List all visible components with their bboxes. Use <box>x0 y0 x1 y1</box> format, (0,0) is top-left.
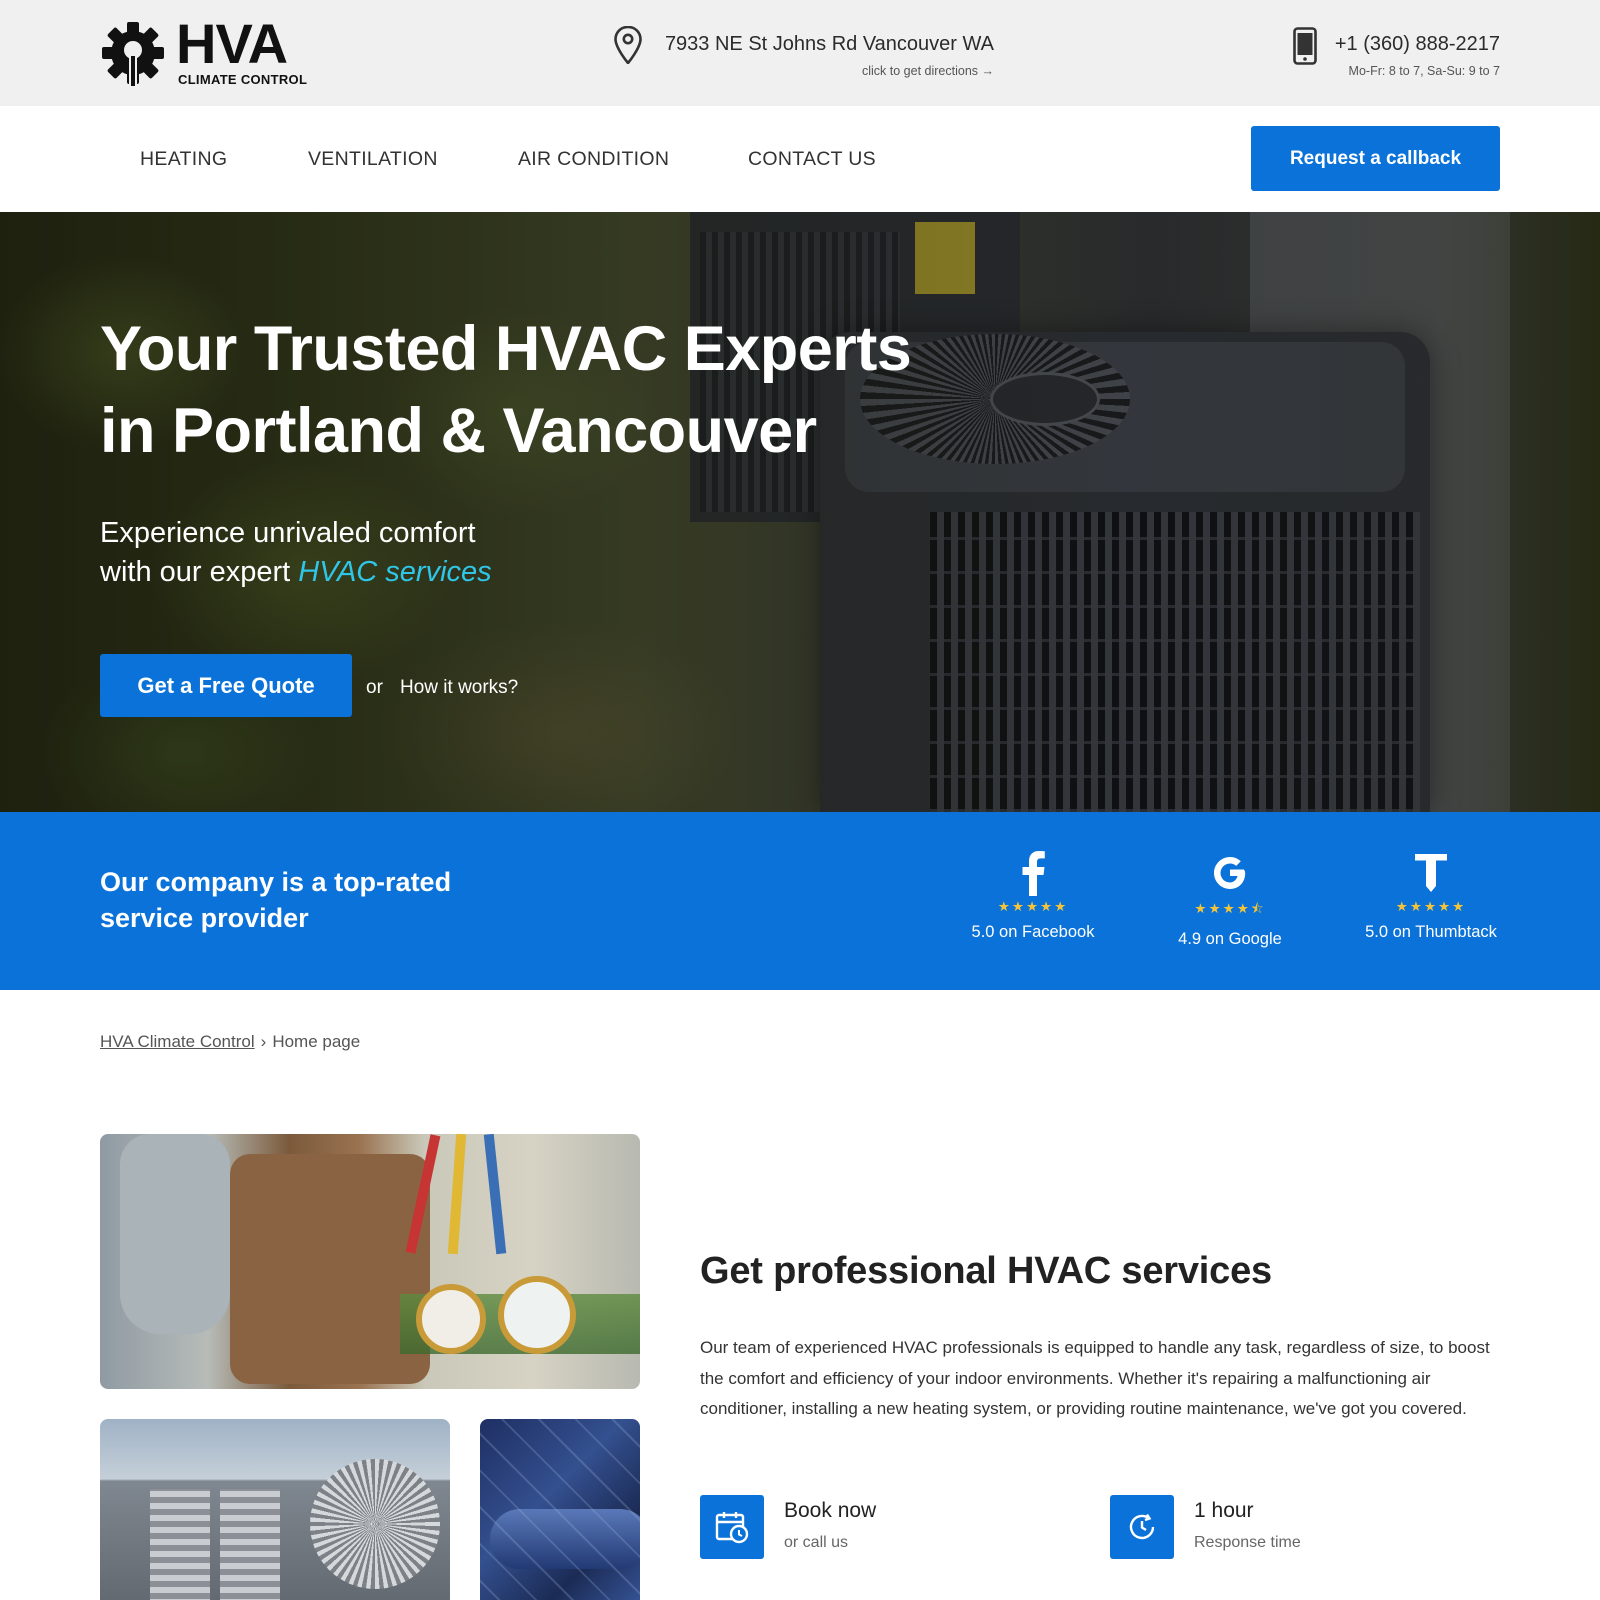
hero-subtitle-line2: with our expert <box>100 556 299 588</box>
main-nav: HEATING VENTILATION AIR CONDITION CONTAC… <box>0 106 1600 212</box>
hero-subtitle-line1: Experience unrivaled comfort <box>100 517 476 549</box>
logo-wordmark: HVA <box>176 12 288 75</box>
services-description: Our team of experienced HVAC professiona… <box>700 1338 1490 1419</box>
hero-title: Your Trusted HVAC Experts in Portland & … <box>100 308 1000 472</box>
rating-label: 5.0 on Facebook <box>971 923 1095 941</box>
image-unit-column <box>150 1489 210 1600</box>
feature-response-time: 1 hour Response time <box>1110 1495 1430 1559</box>
nav-item-contact-us[interactable]: CONTACT US <box>748 148 876 171</box>
hero-overlay <box>0 212 1600 812</box>
map-pin-icon <box>614 26 642 64</box>
image-glove <box>120 1134 230 1334</box>
rating-google[interactable]: ★★★★⯪ 4.9 on Google <box>1170 848 1290 949</box>
hero-section: Your Trusted HVAC Experts in Portland & … <box>0 212 1600 812</box>
logo-tagline: CLIMATE CONTROL <box>178 72 308 87</box>
hero-or-text: or <box>366 677 383 698</box>
address-block[interactable]: 7933 NE St Johns Rd Vancouver WA click t… <box>614 26 994 86</box>
feature-subtitle: Response time <box>1194 1534 1301 1551</box>
services-title: Get professional HVAC services <box>700 1250 1272 1292</box>
nav-item-air-condition[interactable]: AIR CONDITION <box>518 148 669 171</box>
feature-subtitle: or call us <box>784 1534 849 1551</box>
gear-wrench-icon <box>102 22 164 86</box>
hero-subtitle-highlight: HVAC services <box>298 556 492 588</box>
ratings-headline: Our company is a top-rated service provi… <box>100 864 520 936</box>
hero-subtitle: Experience unrivaled comfort with our ex… <box>100 514 492 592</box>
facebook-icon <box>1003 848 1063 898</box>
directions-link[interactable]: click to get directions → <box>862 64 994 78</box>
breadcrumb-separator: › <box>260 1032 267 1051</box>
breadcrumb-current: Home page <box>272 1032 361 1051</box>
thumbtack-icon <box>1401 848 1461 898</box>
feature-book-now[interactable]: Book now or call us <box>700 1495 1020 1559</box>
nav-item-ventilation[interactable]: VENTILATION <box>308 148 438 171</box>
hero-title-line2: in Portland & Vancouver <box>100 396 817 466</box>
ratings-band: Our company is a top-rated service provi… <box>0 812 1600 990</box>
rating-stars: ★★★★★ <box>997 899 1069 914</box>
calendar-clock-icon <box>700 1495 764 1559</box>
ratings-headline-line2: service provider <box>100 903 309 933</box>
image-gauge-red <box>416 1284 486 1354</box>
feature-title: Book now <box>784 1499 877 1522</box>
rating-label: 4.9 on Google <box>1178 930 1282 948</box>
google-icon <box>1200 848 1260 898</box>
breadcrumb-home-link[interactable]: HVA Climate Control <box>100 1032 255 1051</box>
how-it-works-link[interactable]: How it works? <box>400 677 518 699</box>
address-text[interactable]: 7933 NE St Johns Rd Vancouver WA <box>665 33 994 56</box>
ratings-headline-line1: Our company is a top-rated <box>100 867 452 897</box>
nav-item-heating[interactable]: HEATING <box>140 148 227 171</box>
technician-tools-image <box>100 1134 640 1389</box>
feature-title: 1 hour <box>1194 1499 1254 1522</box>
get-free-quote-button[interactable]: Get a Free Quote <box>100 654 352 717</box>
hero-title-line1: Your Trusted HVAC Experts <box>100 314 912 384</box>
business-hours: Mo-Fr: 8 to 7, Sa-Su: 9 to 7 <box>1348 64 1500 78</box>
image-unit-fan <box>310 1459 440 1589</box>
image-duct-grid <box>480 1419 640 1600</box>
image-hose-blue <box>483 1134 507 1255</box>
clock-refresh-icon <box>1110 1495 1174 1559</box>
rating-facebook[interactable]: ★★★★★ 5.0 on Facebook <box>970 848 1096 942</box>
rating-label: 5.0 on Thumbtack <box>1365 923 1497 941</box>
top-bar: HVA CLIMATE CONTROL 7933 NE St Johns Rd … <box>0 0 1600 106</box>
image-gauge-blue <box>498 1276 576 1354</box>
logo[interactable]: HVA CLIMATE CONTROL <box>100 12 315 90</box>
image-hose-yellow <box>447 1134 467 1255</box>
image-unit-column <box>220 1489 280 1600</box>
breadcrumb: HVA Climate Control › Home page <box>100 1032 360 1052</box>
phone-block[interactable]: +1 (360) 888-2217 Mo-Fr: 8 to 7, Sa-Su: … <box>1290 26 1500 86</box>
request-callback-button[interactable]: Request a callback <box>1251 126 1500 191</box>
mobile-phone-icon <box>1293 27 1317 65</box>
rating-thumbtack[interactable]: ★★★★★ 5.0 on Thumbtack <box>1362 848 1500 942</box>
phone-number[interactable]: +1 (360) 888-2217 <box>1335 33 1500 56</box>
ductwork-image <box>480 1419 640 1600</box>
rating-stars: ★★★★★ <box>1395 899 1467 914</box>
rooftop-units-image <box>100 1419 450 1600</box>
rating-stars: ★★★★⯪ <box>1194 901 1266 916</box>
